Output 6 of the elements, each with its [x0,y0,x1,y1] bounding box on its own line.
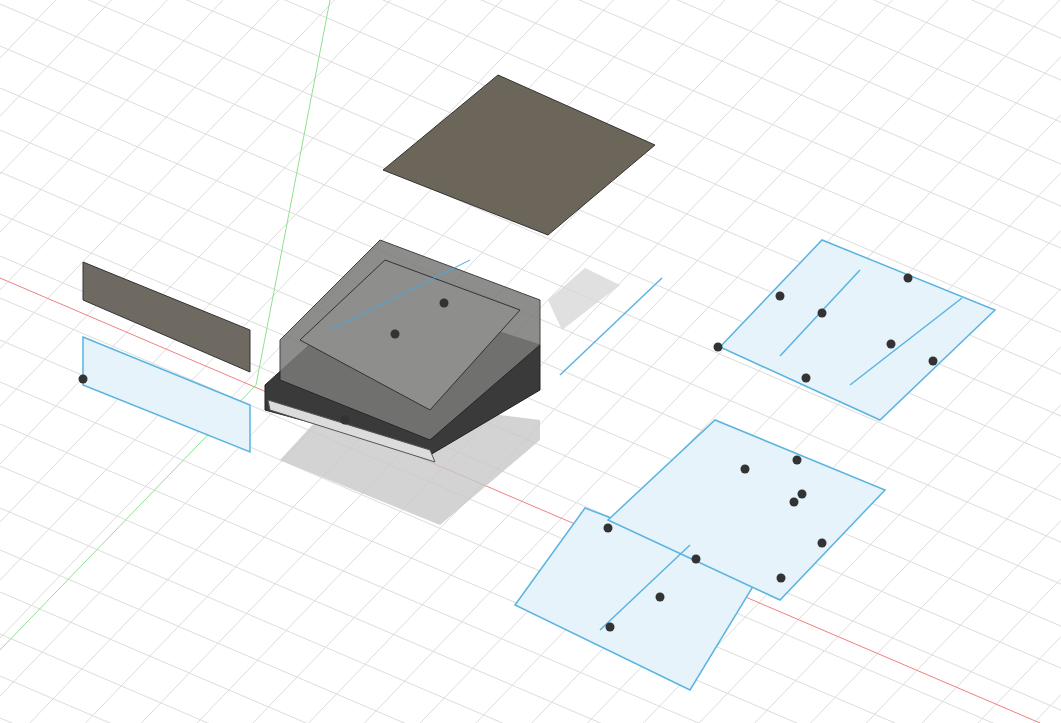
sketch-points[interactable] [78,273,938,632]
box-body[interactable] [264,239,541,525]
sketch-profile[interactable] [82,335,251,454]
panel-body[interactable] [82,261,251,373]
shadow [548,268,620,330]
lid-panel-body[interactable] [382,74,656,236]
